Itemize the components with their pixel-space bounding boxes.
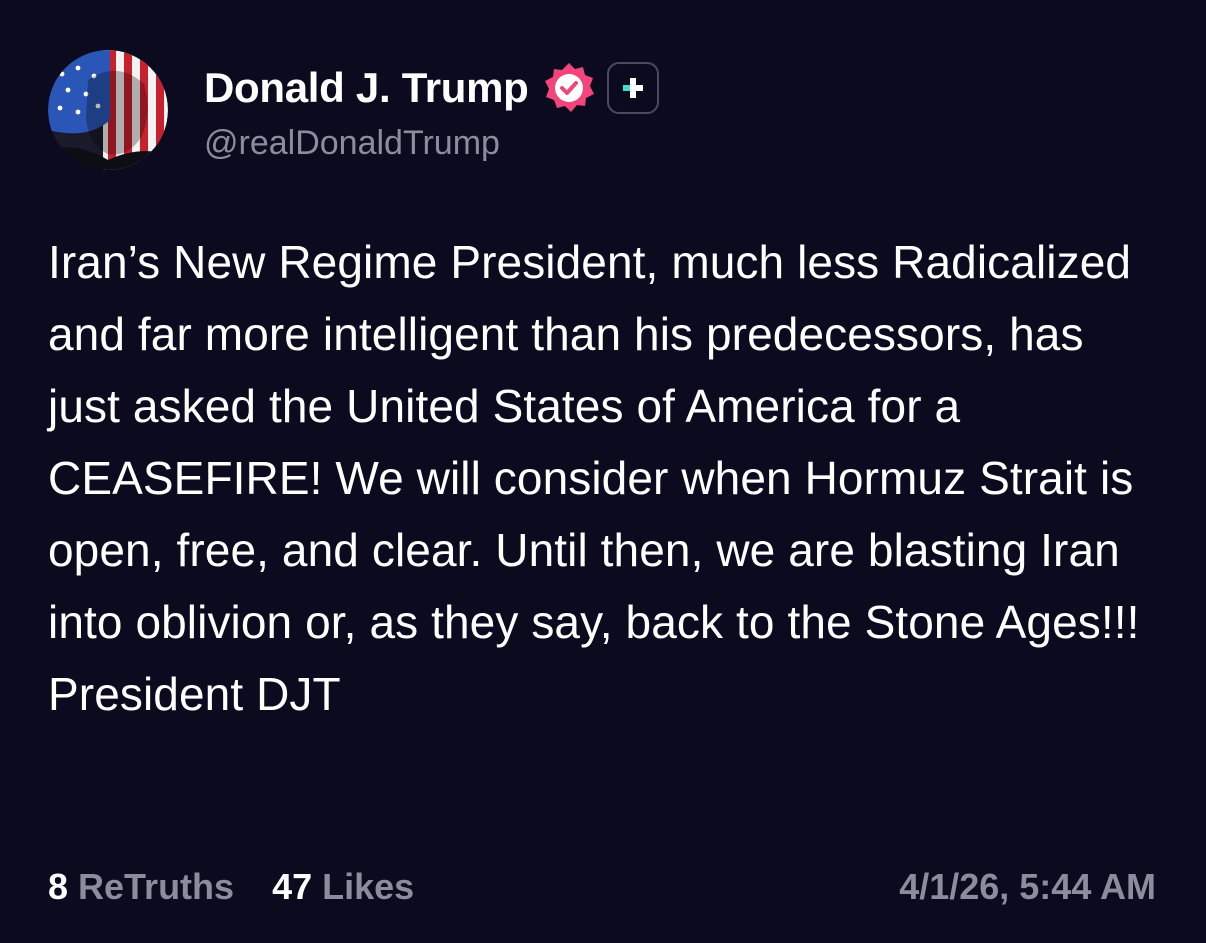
post-text: Iran’s New Regime President, much less R… <box>48 236 1140 720</box>
avatar[interactable] <box>48 50 168 170</box>
user-handle[interactable]: @realDonaldTrump <box>204 124 659 163</box>
likes-label: Likes <box>322 866 415 907</box>
display-name[interactable]: Donald J. Trump <box>204 64 529 112</box>
retruths-stat[interactable]: 8 ReTruths <box>48 866 234 908</box>
verified-badge-icon <box>541 60 597 116</box>
retruths-label: ReTruths <box>78 866 235 907</box>
truth-post: Donald J. Trump @realDonaldTrump Iran’s … <box>0 0 1206 943</box>
post-timestamp[interactable]: 4/1/26, 5:44 AM <box>899 866 1156 908</box>
engagement-stats: 8 ReTruths 47 Likes <box>48 866 414 908</box>
author-info: Donald J. Trump @realDonaldTrump <box>204 58 659 163</box>
likes-count: 47 <box>272 866 313 907</box>
name-row: Donald J. Trump <box>204 58 659 118</box>
retruths-count: 8 <box>48 866 69 907</box>
follow-button[interactable] <box>606 62 659 114</box>
likes-stat[interactable]: 47 Likes <box>272 866 414 908</box>
plus-icon <box>622 78 643 98</box>
